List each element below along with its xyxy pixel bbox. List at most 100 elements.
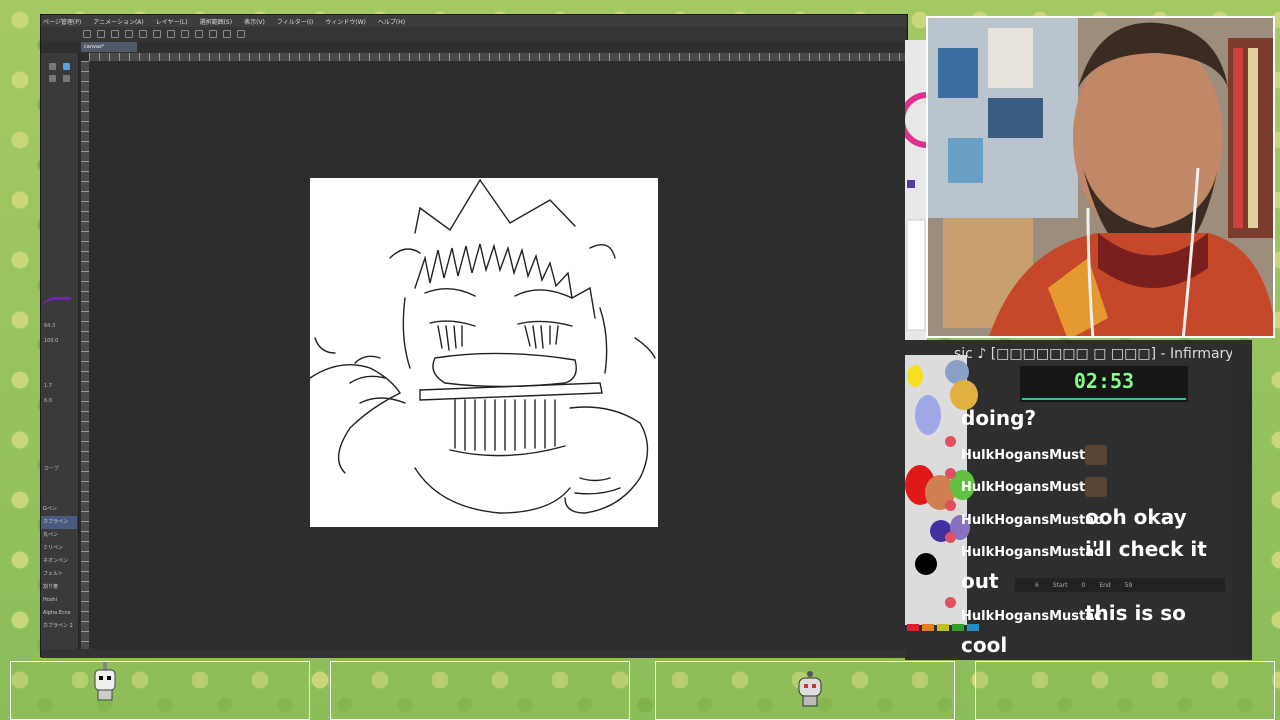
status-bar: 100 [41,649,907,666]
transform-icon[interactable] [167,30,175,38]
timer-progress-bar [1022,397,1186,400]
chat-message: out [961,569,999,593]
stream-timer: 02:53 [1020,366,1188,402]
fill-icon[interactable] [195,30,203,38]
menu-animation[interactable]: アニメーション(A) [93,17,144,26]
save-icon[interactable] [111,30,119,38]
brush-item[interactable]: Hoshi [41,594,77,607]
timeline-end-label: End [1099,581,1111,589]
brush-size-value[interactable]: 64.3 [44,323,55,329]
panel-scrollbar[interactable] [1232,345,1252,655]
cat-sprite-icon [798,671,822,707]
palette-dot[interactable] [907,365,923,387]
timeline-start[interactable]: 0 [1082,582,1086,589]
timeline-frame[interactable]: 6 [1035,582,1039,589]
bottom-frame [10,661,310,720]
chat-emote-icon [1085,477,1107,497]
crop-icon[interactable] [181,30,189,38]
bottom-frame [330,661,630,720]
brush-color-stroke [41,297,71,311]
drawing-canvas[interactable] [309,178,658,527]
chat-emote-icon [1085,445,1107,465]
chat-message-fragment: doing? [961,406,1037,430]
stabilization-value[interactable]: 1.7 [44,383,52,389]
drawing-app-window: ページ管理(P) アニメーション(A) レイヤー(L) 選択範囲(S) 表示(V… [40,14,908,666]
palette-dot[interactable] [915,395,941,435]
chat-username: HulkHogansMustac [961,545,1102,560]
chat-message: this is so [1085,601,1186,625]
opacity-value[interactable]: 100.0 [44,338,58,344]
layer-label: カーブ [44,466,59,472]
menu-view[interactable]: 表示(V) [244,17,265,26]
brush-list: Gペン カブラペン 丸ペン ミリペン ネオンペン フェルト 割り箸 Hoshi … [41,503,77,633]
color-palette-dots [905,355,978,625]
brush-item[interactable]: Gペン [41,503,77,516]
sketch-drawing [309,178,656,514]
menu-help[interactable]: ヘルプ(H) [378,17,405,26]
menu-selection[interactable]: 選択範囲(S) [200,17,233,26]
brush-item[interactable]: 割り箸 [41,581,77,594]
menu-page[interactable]: ページ管理(P) [43,17,81,26]
robot-sprite-icon [94,662,116,701]
tool-icon-active[interactable] [63,63,70,70]
webcam-feed [926,16,1275,338]
undo-icon[interactable] [125,30,133,38]
clear-icon[interactable] [153,30,161,38]
bottom-frame [975,661,1275,720]
menu-filter[interactable]: フィルター(I) [277,17,313,26]
chat-username: HulkHogansMustac [961,609,1102,624]
brush-item[interactable]: フェルト [41,568,77,581]
tool-icon[interactable] [49,75,56,82]
chat-message: ooh okay [1085,505,1187,529]
timeline-end[interactable]: 59 [1125,582,1133,589]
snap-icon[interactable] [209,30,217,38]
ruler-icon[interactable] [237,30,245,38]
chat-username: HulkHogansMustac [961,513,1102,528]
now-playing-ticker: sic ♪ [□□□□□□□ □ □□□] - Infirmary - It's [954,346,1252,362]
chat-badge-icon [945,597,956,608]
color-swatch[interactable] [922,624,934,631]
animation-timeline-bar: 6 Start 0 End 59 [1015,578,1225,592]
brush-item[interactable]: ミリペン [41,542,77,555]
color-wheel-strip [899,40,928,340]
color-swatch-row [907,624,979,631]
brush-item[interactable]: Alpha Ecce [41,607,77,620]
color-swatch[interactable] [967,624,979,631]
redo-icon[interactable] [139,30,147,38]
document-tab[interactable]: canvas* [81,42,137,52]
color-swatch[interactable] [952,624,964,631]
brush-item[interactable]: カブラペン 2 [41,620,77,633]
tool-property-panel: 64.3 100.0 1.7 6.0 カーブ Gペン カブラペン 丸ペン ミリペ… [41,53,79,649]
chat-message: i'll check it [1085,537,1207,561]
webcam-image [928,18,1273,336]
vertical-ruler [81,61,89,651]
menu-layer[interactable]: レイヤー(L) [156,17,188,26]
chat-username: HulkHogansMustac [961,448,1102,463]
color-swatch[interactable] [907,624,919,631]
tool-icon[interactable] [49,63,56,70]
spacing-value[interactable]: 6.0 [44,398,52,404]
menu-window[interactable]: ウィンドウ(W) [325,17,366,26]
brush-item[interactable]: 丸ペン [41,529,77,542]
color-swatch[interactable] [937,624,949,631]
chat-badge-icon [945,436,956,447]
color-wheel-icon[interactable] [899,40,928,340]
chat-badge-icon [945,468,956,479]
timer-value: 02:53 [1073,369,1135,393]
open-file-icon[interactable] [97,30,105,38]
brush-item[interactable]: ネオンペン [41,555,77,568]
canvas-workspace[interactable] [89,61,907,651]
brush-item[interactable]: カブラペン [41,516,77,529]
pen-icon[interactable] [223,30,231,38]
chat-message: cool [961,633,1008,657]
palette-dot[interactable] [915,553,937,575]
new-file-icon[interactable] [83,30,91,38]
chat-username: HulkHogansMustac [961,480,1102,495]
menu-bar: ページ管理(P) アニメーション(A) レイヤー(L) 選択範囲(S) 表示(V… [41,15,907,27]
document-tab-row: canvas* [41,41,907,53]
timeline-start-label: Start [1052,581,1068,589]
trash-icon[interactable] [63,75,70,82]
chat-badge-icon [945,500,956,511]
chat-badge-icon [945,532,956,543]
command-toolbar [41,27,907,41]
